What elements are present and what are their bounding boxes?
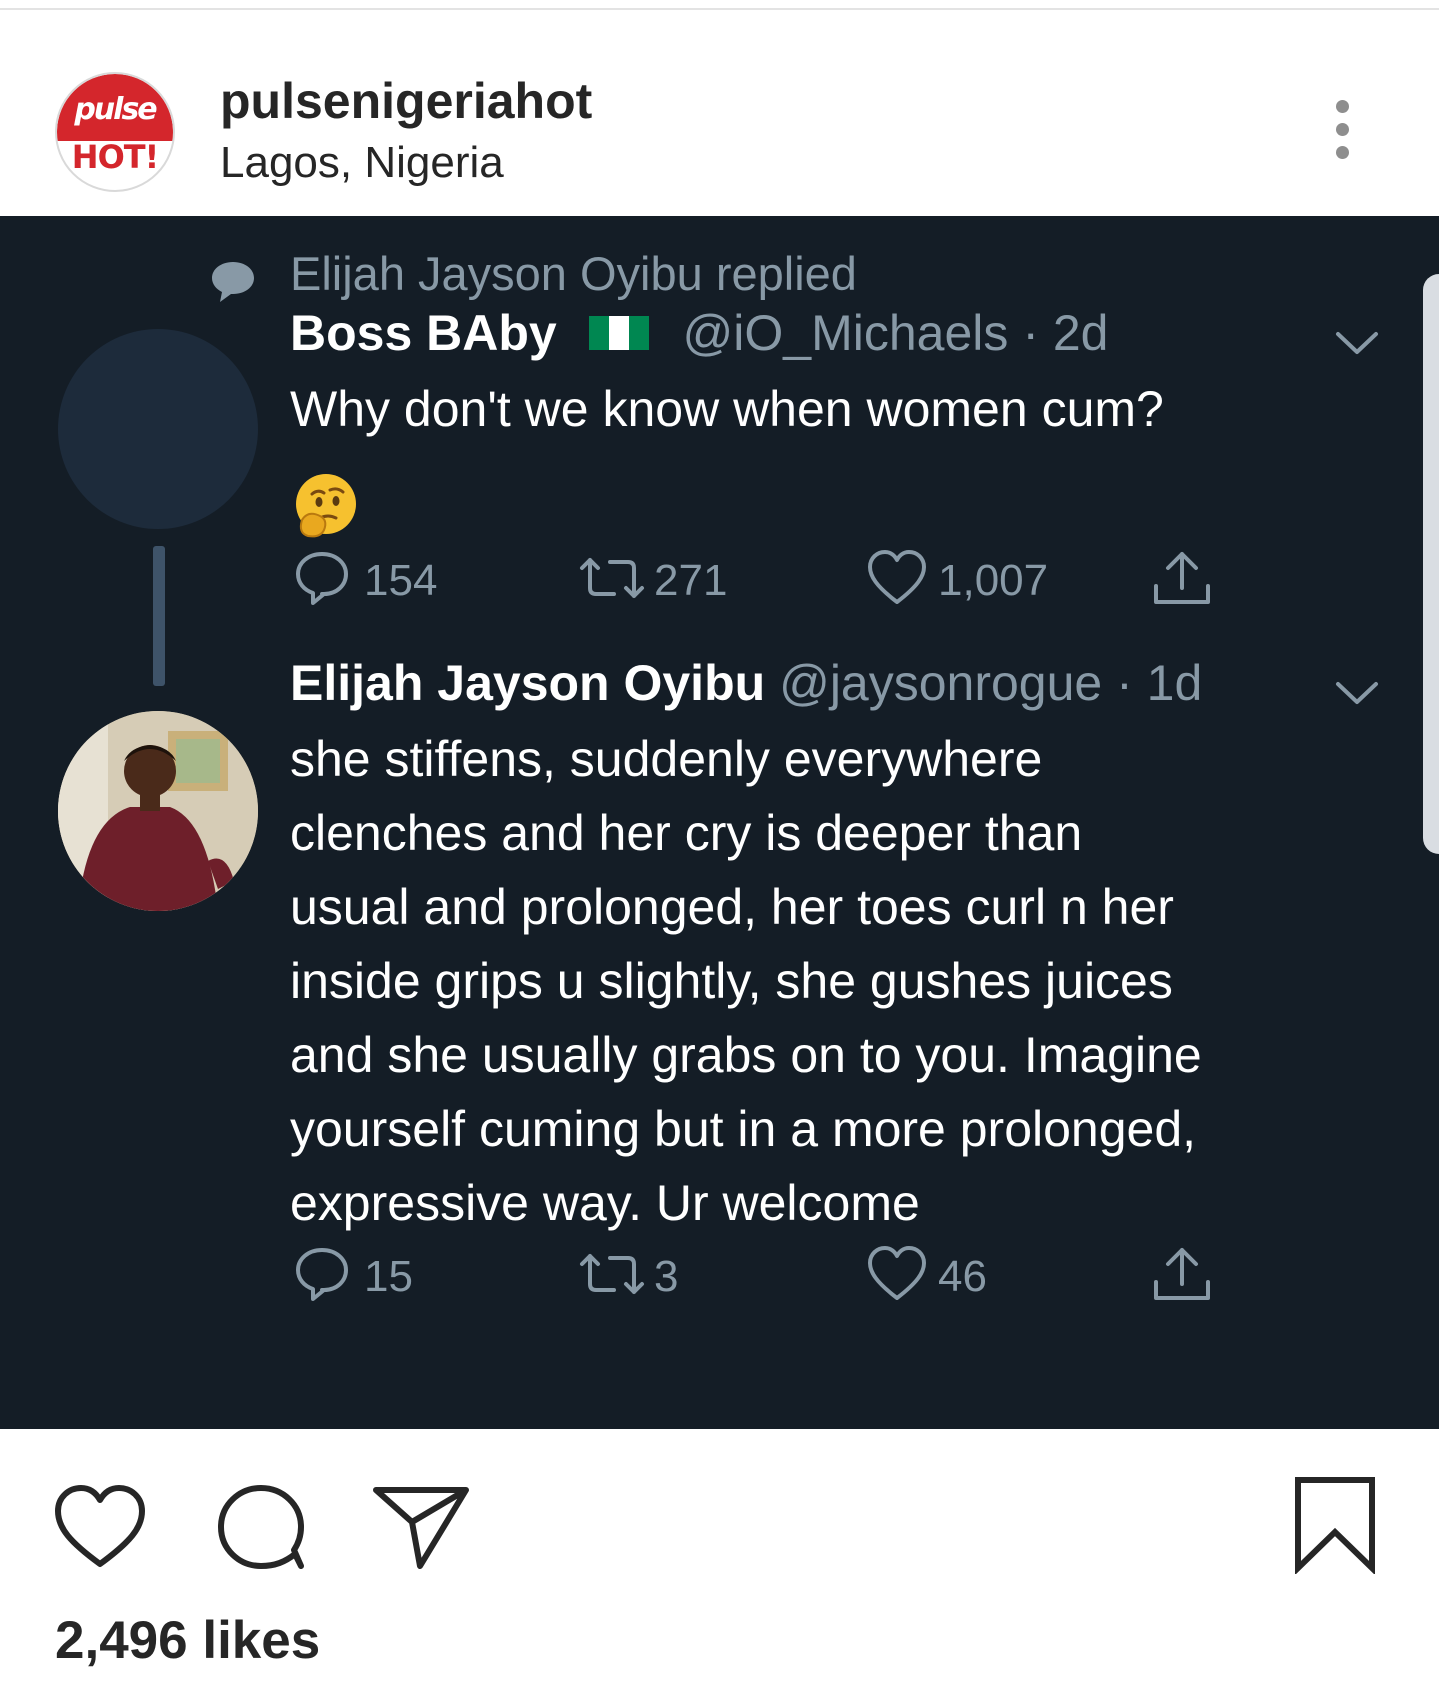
more-options-icon[interactable] — [1322, 100, 1362, 180]
logo-tag: HOT! — [71, 138, 159, 176]
thinking-face-emoji — [296, 474, 356, 538]
post-header: pulse HOT! pulsenigeriahot Lagos, Nigeri… — [0, 20, 1439, 215]
reply-count: 154 — [364, 556, 438, 605]
original-tweet-time: · 2d — [1022, 305, 1109, 361]
heart-icon — [868, 550, 926, 604]
post-image: Elijah Jayson Oyibu replied Boss BAby @i… — [0, 216, 1439, 1429]
original-author-avatar[interactable] — [58, 329, 258, 529]
send-icon[interactable] — [372, 1482, 470, 1572]
account-username[interactable]: pulsenigeriahot — [220, 72, 592, 130]
original-tweet-text: Why don't we know when women cum? — [290, 381, 1164, 437]
logo-word: pulse — [74, 92, 157, 127]
reply-icon — [296, 552, 348, 605]
reply-author-photo — [58, 711, 258, 911]
chevron-down-icon[interactable] — [1334, 328, 1380, 358]
retweet-count: 3 — [654, 1252, 679, 1301]
account-avatar[interactable]: pulse HOT! — [55, 72, 175, 192]
post-location[interactable]: Lagos, Nigeria — [220, 138, 504, 188]
top-divider — [0, 8, 1439, 10]
reply-author-handle[interactable]: @jaysonrogue — [779, 655, 1102, 711]
reply-icon — [296, 1248, 348, 1301]
original-author-name[interactable]: Boss BAby — [290, 305, 557, 361]
original-author-handle[interactable]: @iO_Michaels — [683, 305, 1009, 361]
reply-tweet-time: · 1d — [1116, 655, 1203, 711]
reply-text-line: and she usually grabs on to you. Imagine — [290, 1027, 1202, 1083]
like-count: 1,007 — [938, 556, 1049, 605]
likes-count[interactable]: 2,496 likes — [55, 1610, 320, 1671]
reply-count: 15 — [364, 1252, 413, 1301]
share-icon — [1154, 552, 1210, 604]
reply-author-avatar[interactable] — [58, 711, 258, 911]
share-icon — [1154, 1248, 1210, 1300]
reply-tweet-header: Elijah Jayson Oyibu @jaysonrogue · 1d — [290, 654, 1202, 712]
comment-icon[interactable] — [215, 1482, 311, 1572]
like-heart-icon[interactable] — [52, 1482, 148, 1572]
reply-tweet-text: she stiffens, suddenly everywhere clench… — [290, 722, 1202, 1240]
heart-icon — [868, 1246, 926, 1300]
original-tweet-header: Boss BAby @iO_Michaels · 2d — [290, 304, 1108, 362]
like-count: 46 — [938, 1252, 987, 1301]
retweet-count: 271 — [654, 556, 728, 605]
speech-bubble-icon — [212, 262, 254, 302]
reply-author-name[interactable]: Elijah Jayson Oyibu — [290, 655, 765, 711]
chevron-down-icon[interactable] — [1334, 678, 1380, 708]
nigeria-flag-icon — [588, 315, 649, 350]
reply-text-line: yourself cuming but in a more prolonged, — [290, 1101, 1197, 1157]
thread-line — [153, 546, 165, 686]
reply-text-line: usual and prolonged, her toes curl n her — [290, 879, 1174, 935]
retweet-icon — [580, 1254, 644, 1294]
scroll-edge — [1423, 274, 1439, 854]
reply-text-line: clenches and her cry is deeper than — [290, 805, 1083, 861]
bookmark-icon[interactable] — [1292, 1474, 1378, 1574]
reply-text-line: inside grips u slightly, she gushes juic… — [290, 953, 1173, 1009]
reply-text-line: she stiffens, suddenly everywhere — [290, 731, 1043, 787]
post-action-bar — [0, 1430, 1439, 1574]
retweet-icon — [580, 558, 644, 598]
reply-text-line: expressive way. Ur welcome — [290, 1175, 920, 1231]
reply-note-text: Elijah Jayson Oyibu replied — [290, 247, 857, 300]
